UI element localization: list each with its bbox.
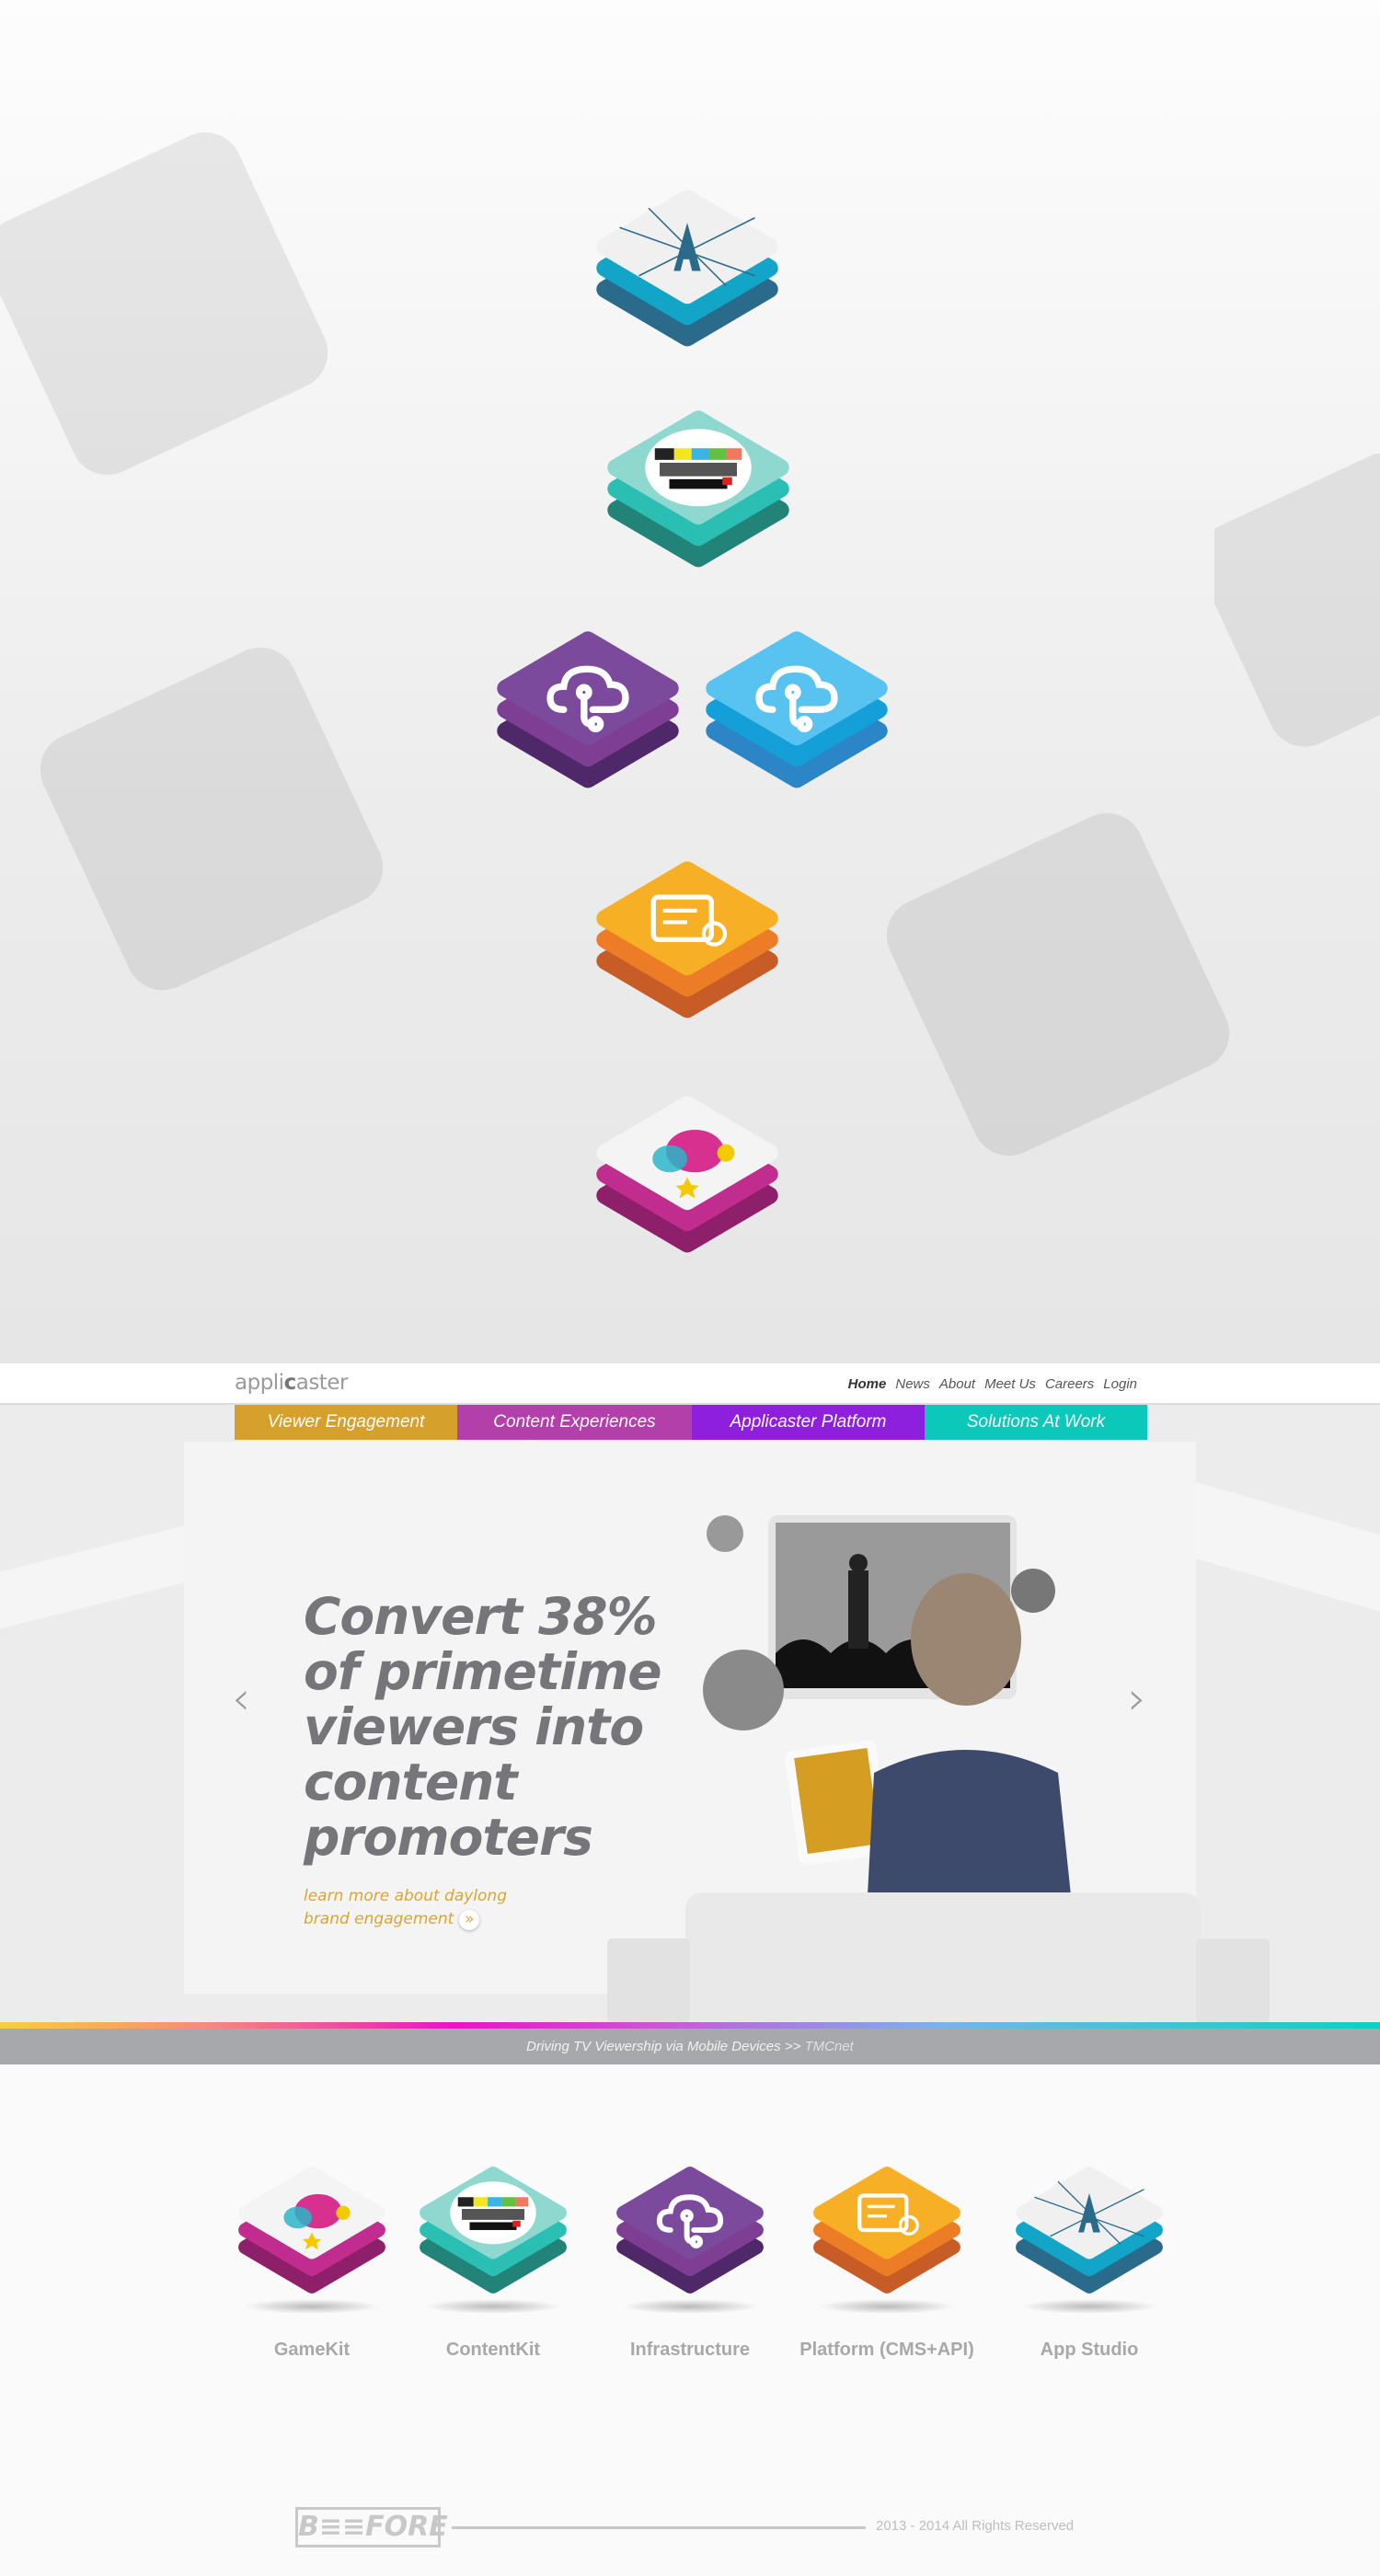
icon-showcase <box>0 0 1380 1363</box>
game-kit-icon-graphic[interactable] <box>591 1090 784 1255</box>
product-label: GameKit <box>273 2339 351 2360</box>
product-infrastructure[interactable]: Infrastructure <box>598 2162 782 2361</box>
chevron-right-button[interactable]: » <box>459 1910 480 1930</box>
hero-banner: ‹ › Convert 38% of primetime viewers int… <box>0 1405 1380 2024</box>
tab-applicaster-platform[interactable]: Applicaster Platform <box>692 1405 925 1440</box>
showcase-infrastructure-purple-icon <box>491 626 684 790</box>
beefore-logo: B≡≡FORE <box>295 2507 448 2547</box>
copyright: 2013 - 2014 All Rights Reserved <box>876 2518 1075 2534</box>
app-studio-icon-graphic[interactable] <box>591 184 784 349</box>
footer-divider <box>452 2526 866 2529</box>
platform-icon-graphic[interactable] <box>591 856 784 1020</box>
nav-meet-us[interactable]: Meet Us <box>984 1376 1036 1392</box>
tab-solutions-at-work[interactable]: Solutions At Work <box>925 1405 1147 1440</box>
showcase-content-kit-icon <box>602 405 795 569</box>
tab-viewer-engagement[interactable]: Viewer Engagement <box>235 1405 457 1440</box>
product-icon[interactable] <box>612 2162 768 2295</box>
icon-shadow <box>243 2298 381 2314</box>
news-ticker[interactable]: Driving TV Viewership via Mobile Devices… <box>0 2029 1380 2064</box>
carousel-prev-arrow[interactable]: ‹ <box>232 1672 250 1725</box>
icon-shadow <box>1020 2298 1158 2314</box>
ticker-text: Driving TV Viewership via Mobile Devices… <box>526 2039 805 2054</box>
hero-illustration <box>607 1515 1270 2024</box>
icon-shadow <box>621 2298 759 2314</box>
product-contentkit[interactable]: ContentKit <box>401 2162 585 2361</box>
product-icon[interactable] <box>234 2162 390 2295</box>
nav-login[interactable]: Login <box>1103 1376 1137 1392</box>
product-label: Infrastructure <box>629 2339 751 2360</box>
showcase-infrastructure-blue-icon <box>700 626 893 790</box>
product-app-studio[interactable]: App Studio <box>997 2162 1181 2361</box>
showcase-game-kit-icon <box>591 1090 784 1255</box>
category-tabs: Viewer Engagement Content Experiences Ap… <box>235 1405 1147 1440</box>
product-icon[interactable] <box>415 2162 571 2295</box>
product-icon[interactable] <box>809 2162 965 2295</box>
learn-more-link[interactable]: learn more about daylong brand engagemen… <box>304 1885 507 1931</box>
showcase-platform-icon <box>591 856 784 1020</box>
tv-test-pattern-icon <box>645 429 752 507</box>
product-icon[interactable] <box>1011 2162 1167 2295</box>
learn-more-line2: brand engagement <box>304 1910 454 1928</box>
product-label: ContentKit <box>445 2339 541 2360</box>
showcase-app-studio-icon <box>591 184 784 349</box>
ghost-tv-icon <box>0 132 328 476</box>
nav-home[interactable]: Home <box>848 1376 887 1392</box>
ghost-cloud-icon <box>40 647 384 991</box>
nav-news[interactable]: News <box>895 1376 930 1392</box>
top-nav: Home News About Meet Us Careers Login <box>848 1376 1137 1392</box>
gradient-divider <box>0 2022 1380 2029</box>
site-header: applicaster Home News About Meet Us Care… <box>0 1363 1380 1405</box>
icon-shadow <box>818 2298 956 2314</box>
ticker-source[interactable]: TMCnet <box>805 2039 854 2054</box>
ghost-cloud-icon <box>886 812 1230 1156</box>
ghost-tv-icon <box>1214 453 1380 747</box>
nav-about[interactable]: About <box>939 1376 975 1392</box>
infrastructure-purple-icon-graphic[interactable] <box>491 626 684 790</box>
learn-more-line1: learn more about daylong <box>304 1887 507 1905</box>
product-label: Platform (CMS+API) <box>799 2339 974 2360</box>
icon-shadow <box>424 2298 562 2314</box>
product-label: App Studio <box>1040 2339 1139 2360</box>
product-platform-cms-api-[interactable]: Platform (CMS+API) <box>795 2162 979 2361</box>
nav-careers[interactable]: Careers <box>1045 1376 1094 1392</box>
product-gamekit[interactable]: GameKit <box>220 2162 404 2361</box>
tv-test-pattern-icon <box>450 2181 536 2245</box>
applicaster-logo[interactable]: applicaster <box>235 1371 348 1395</box>
tab-content-experiences[interactable]: Content Experiences <box>457 1405 692 1440</box>
infrastructure-blue-icon-graphic[interactable] <box>700 626 893 790</box>
content-kit-icon-graphic[interactable] <box>602 405 795 569</box>
